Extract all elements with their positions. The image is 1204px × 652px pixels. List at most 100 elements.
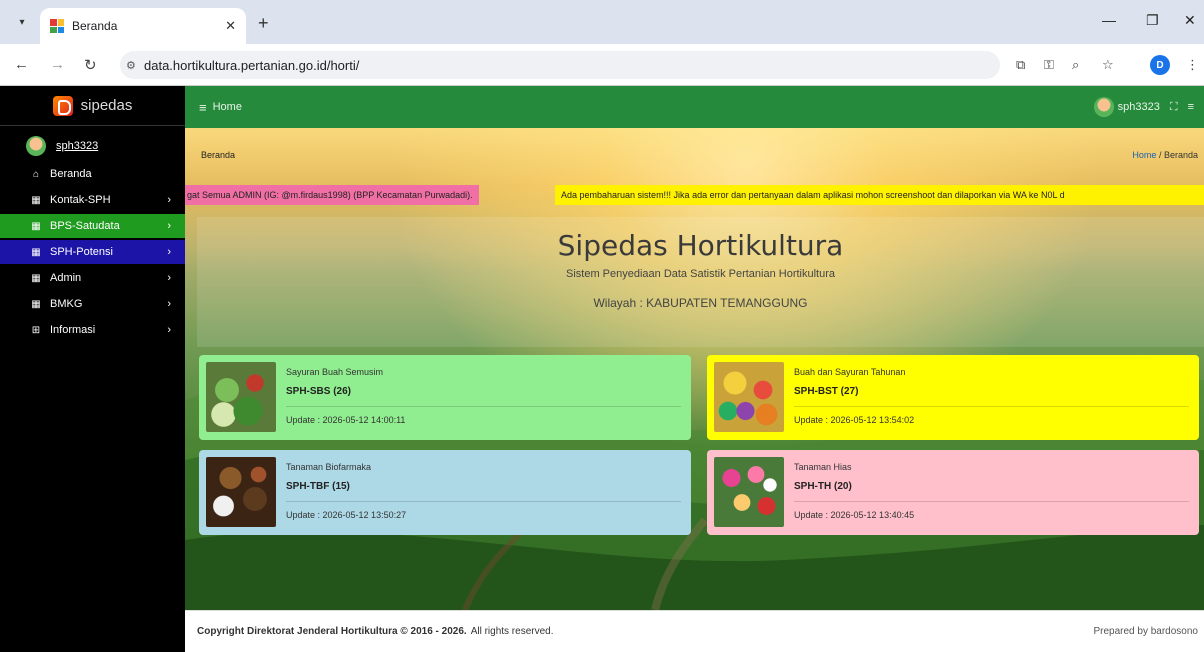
chevron-right-icon: ›: [167, 246, 171, 258]
browser-tabbar: ▾ Beranda ✕ + — ❐ ✕: [0, 0, 1204, 44]
main-content: Beranda Home / Beranda gat Semua ADMIN (…: [185, 128, 1204, 610]
forward-icon[interactable]: →: [50, 56, 65, 73]
hero-region: Wilayah : KABUPATEN TEMANGGUNG: [593, 296, 808, 310]
brand[interactable]: sipedas: [0, 86, 185, 126]
sidebar-item-informasi[interactable]: ⊞ Informasi ›: [0, 318, 185, 342]
card-divider: [794, 406, 1189, 407]
footer-rights: All rights reserved.: [470, 626, 554, 637]
card-code: SPH-SBS (26): [286, 386, 352, 397]
home-icon: ⌂: [32, 168, 40, 180]
card-update: Update : 2026-05-12 14:00:11: [286, 415, 406, 425]
chevron-right-icon: ›: [167, 194, 171, 206]
chevron-right-icon: ›: [167, 272, 171, 284]
card-update: Update : 2026-05-12 13:54:02: [794, 415, 915, 425]
site-settings-icon[interactable]: ⚙: [126, 59, 136, 72]
card-code: SPH-TH (20): [794, 481, 852, 492]
card-sph-th[interactable]: Tanaman Hias SPH-TH (20) Update : 2026-0…: [707, 450, 1199, 535]
fruits-image: [714, 362, 784, 432]
chevron-right-icon: ›: [167, 298, 171, 310]
footer-copyright: Copyright Direktorat Jenderal Hortikultu…: [197, 626, 467, 637]
card-divider: [286, 406, 681, 407]
page-header-title: Beranda: [201, 150, 236, 160]
card-category: Tanaman Hias: [794, 462, 852, 472]
close-window-icon[interactable]: ✕: [1184, 12, 1196, 29]
sidebar-item-label: BMKG: [50, 298, 83, 310]
more-menu-icon[interactable]: ⋮: [1186, 57, 1199, 73]
nav-user-area: sph3323 ⛶ ≡: [1093, 97, 1194, 117]
sidebar-item-kontak-sph[interactable]: ▦ Kontak-SPH ›: [0, 188, 185, 212]
menu-toggle-icon[interactable]: ≡: [199, 100, 207, 115]
breadcrumb-separator: /: [1158, 150, 1162, 160]
card-category: Tanaman Biofarmaka: [286, 462, 372, 472]
chevron-right-icon: ›: [167, 220, 171, 232]
grid-icon: ▦: [31, 194, 41, 206]
card-code: SPH-TBF (15): [286, 481, 350, 492]
sidebar-user-link[interactable]: sph3323: [56, 140, 98, 152]
tab-search-chevron-icon[interactable]: ▾: [11, 12, 33, 32]
url-field[interactable]: ⚙ data.hortikultura.pertanian.go.id/hort…: [120, 51, 1000, 79]
footer: Copyright Direktorat Jenderal Hortikultu…: [185, 610, 1204, 652]
announcement-ticker: gat Semua ADMIN (IG: @m.firdaus1998) (BP…: [185, 185, 1204, 205]
minimize-icon[interactable]: —: [1102, 12, 1116, 28]
user-avatar: [26, 136, 46, 156]
restore-icon[interactable]: ❐: [1146, 12, 1159, 29]
sidebar-item-sph-potensi[interactable]: ▦ SPH-Potensi ›: [0, 240, 185, 264]
book-icon: ⊞: [31, 324, 41, 336]
ticker-yellow: Ada pembaharuan sistem!!! Jika ada error…: [555, 185, 1204, 205]
sidebar-item-bmkg[interactable]: ▦ BMKG ›: [0, 292, 185, 316]
breadcrumb-current: Beranda: [1163, 150, 1198, 160]
card-sph-sbs[interactable]: Sayuran Buah Semusim SPH-SBS (26) Update…: [199, 355, 691, 440]
card-sph-bst[interactable]: Buah dan Sayuran Tahunan SPH-BST (27) Up…: [707, 355, 1199, 440]
fullscreen-icon[interactable]: ⛶: [1170, 101, 1178, 114]
grid-icon: ▦: [31, 220, 41, 232]
card-sph-tbf[interactable]: Tanaman Biofarmaka SPH-TBF (15) Update :…: [199, 450, 691, 535]
profile-avatar[interactable]: D: [1150, 55, 1170, 75]
nav-user-name[interactable]: sph3323: [1118, 101, 1160, 113]
password-key-icon[interactable]: ⚿: [1044, 57, 1054, 73]
sidebar-item-label: Beranda: [50, 168, 92, 180]
hero-banner: Sipedas Hortikultura Sistem Penyediaan D…: [197, 217, 1204, 347]
grid-icon: ▦: [31, 272, 41, 284]
nav-user-avatar: [1093, 97, 1114, 117]
sidebar-item-beranda[interactable]: ⌂ Beranda: [0, 162, 185, 186]
nav-home-link[interactable]: Home: [213, 101, 242, 113]
footer-prepared-by: Prepared by bardosono: [1093, 626, 1198, 637]
new-tab-icon[interactable]: +: [258, 13, 269, 34]
herbal-spices-image: [206, 457, 276, 527]
card-update: Update : 2026-05-12 13:40:45: [794, 510, 915, 520]
grid-icon: ▦: [31, 246, 41, 258]
sidebar-item-label: BPS-Satudata: [50, 220, 120, 232]
brand-name: sipedas: [80, 97, 133, 114]
hero-title: Sipedas Hortikultura: [557, 229, 844, 262]
card-code: SPH-BST (27): [794, 386, 859, 397]
reload-icon[interactable]: ↻: [84, 56, 97, 74]
flowers-image: [714, 457, 784, 527]
card-category: Sayuran Buah Semusim: [286, 367, 384, 377]
card-update: Update : 2026-05-12 13:50:27: [286, 510, 407, 520]
breadcrumb: Home / Beranda: [1132, 150, 1198, 160]
back-icon[interactable]: ←: [14, 56, 29, 73]
sidebar-item-label: SPH-Potensi: [50, 246, 113, 258]
card-divider: [286, 501, 681, 502]
hero-subtitle: Sistem Penyediaan Data Satistik Pertania…: [565, 268, 836, 280]
close-tab-icon[interactable]: ✕: [225, 18, 236, 34]
sipedas-logo-icon: [52, 95, 73, 116]
site-favicon-icon: [50, 19, 64, 33]
sidebar-item-admin[interactable]: ▦ Admin ›: [0, 266, 185, 290]
address-bar: ← → ↻ ⚙ data.hortikultura.pertanian.go.i…: [0, 44, 1204, 86]
right-menu-icon[interactable]: ≡: [1188, 101, 1194, 113]
sidebar-item-bps-satudata[interactable]: ▦ BPS-Satudata ›: [0, 214, 185, 238]
top-navbar: ≡ Home sph3323 ⛶ ≡: [185, 86, 1204, 128]
card-divider: [794, 501, 1189, 502]
breadcrumb-home-link[interactable]: Home: [1132, 150, 1156, 160]
bookmark-star-icon[interactable]: ☆: [1102, 57, 1114, 73]
vegetables-image: [206, 362, 276, 432]
sidebar-item-label: Admin: [50, 272, 82, 284]
chevron-right-icon: ›: [167, 324, 171, 336]
tab-title: Beranda: [72, 19, 118, 33]
zoom-icon[interactable]: ⌕: [1072, 57, 1079, 73]
browser-tab[interactable]: Beranda ✕: [40, 8, 246, 44]
sidebar-item-label: Informasi: [50, 324, 96, 336]
translate-icon[interactable]: ⧉: [1016, 57, 1025, 73]
card-category: Buah dan Sayuran Tahunan: [794, 367, 906, 377]
